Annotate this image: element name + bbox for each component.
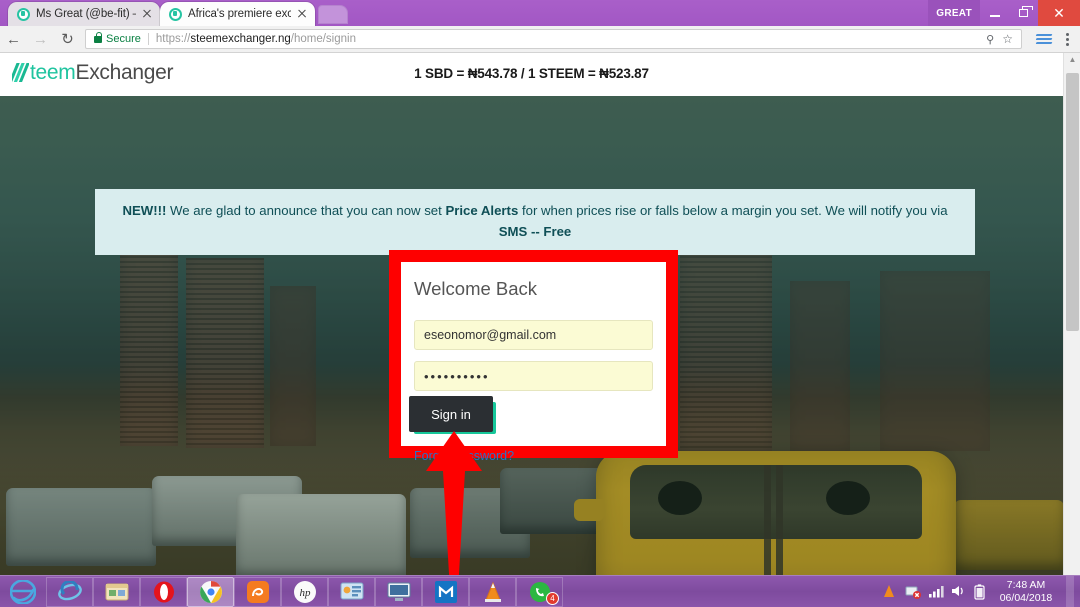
email-input[interactable] <box>414 320 653 350</box>
url-path: /home/signin <box>290 33 356 45</box>
address-bar[interactable]: Secure https://steemexchanger.ng/home/si… <box>85 29 1022 49</box>
announcement-lead: NEW!!! <box>122 203 167 218</box>
clock-date: 06/04/2018 <box>999 591 1053 604</box>
security-label: Secure <box>106 33 141 45</box>
chrome-menu-icon[interactable] <box>1058 29 1076 49</box>
show-desktop-button[interactable] <box>1066 575 1074 607</box>
screen: Ms Great (@be-fit) — St Africa's premier… <box>0 0 1080 607</box>
opera-icon <box>153 581 174 602</box>
close-button[interactable]: ✕ <box>1038 0 1080 26</box>
site-header: teemExchanger 1 SBD = ₦543.78 / 1 STEEM … <box>0 53 1063 96</box>
svg-text:hp: hp <box>299 587 311 599</box>
omnibox-divider <box>147 33 149 45</box>
monitor-icon <box>387 582 410 601</box>
control-panel-icon <box>340 582 363 599</box>
announcement-banner: NEW!!! We are glad to announce that you … <box>95 189 975 255</box>
reload-icon[interactable]: ↻ <box>54 26 81 53</box>
browser-tab-1-close-icon[interactable] <box>140 7 154 21</box>
browser-tab-strip: Ms Great (@be-fit) — St Africa's premier… <box>0 0 1080 26</box>
back-icon[interactable]: ← <box>0 26 27 53</box>
windows-taskbar: hp 4 7:48 AM 06/04/2018 <box>0 575 1080 607</box>
announcement-bold-1: Price Alerts <box>445 203 519 218</box>
maximize-button[interactable] <box>1009 0 1038 26</box>
taskbar-item-opera[interactable] <box>140 577 187 607</box>
browser-tab-1[interactable]: Ms Great (@be-fit) — St <box>8 2 160 26</box>
start-button[interactable] <box>0 576 46 607</box>
taskbar-item-hp[interactable]: hp <box>281 577 328 607</box>
hp-icon: hp <box>293 580 316 603</box>
vlc-icon <box>484 581 501 602</box>
bookmark-star-icon[interactable]: ☆ <box>1002 32 1013 46</box>
password-input[interactable] <box>414 361 653 391</box>
browser-tab-2-title: Africa's premiere exchan <box>188 8 291 20</box>
url-scheme: https:// <box>155 33 191 45</box>
taskbar-item-file-explorer[interactable] <box>93 577 140 607</box>
browser-toolbar: ← → ↻ Secure https://steemexchanger.ng/h… <box>0 26 1080 53</box>
omnibox-actions: ⚲ ☆ <box>986 32 1015 46</box>
signin-hover-tooltip: Sign in <box>409 396 493 432</box>
vlc-tray-icon[interactable] <box>882 584 898 600</box>
taskbar-item-internet-explorer[interactable] <box>46 577 93 607</box>
system-tray: 7:48 AM 06/04/2018 <box>882 575 1080 607</box>
scroll-up-arrow-icon[interactable]: ▲ <box>1064 55 1080 64</box>
maxthon-icon <box>434 580 457 603</box>
signin-button-wrap: Sign in Sign in <box>409 396 496 434</box>
forward-icon[interactable]: → <box>27 26 54 53</box>
uc-browser-icon <box>246 580 269 603</box>
login-title: Welcome Back <box>414 278 538 299</box>
announcement-text-1: We are glad to announce that you can now… <box>166 203 446 218</box>
price-ticker: 1 SBD = ₦543.78 / 1 STEEM = ₦523.87 <box>414 66 649 81</box>
login-card: Welcome Back Sign in Sign in Forgot pass… <box>401 262 666 463</box>
steemit-favicon <box>17 7 30 21</box>
password-key-icon[interactable]: ⚲ <box>986 33 994 46</box>
taskbar-item-whatsapp[interactable]: 4 <box>516 577 563 607</box>
new-tab-button[interactable] <box>318 5 348 24</box>
page-viewport: teemExchanger 1 SBD = ₦543.78 / 1 STEEM … <box>0 53 1080 575</box>
taskbar-item-vlc[interactable] <box>469 577 516 607</box>
taskbar-item-uc-browser[interactable] <box>234 577 281 607</box>
login-highlight-box: Welcome Back Sign in Sign in Forgot pass… <box>389 250 678 463</box>
announcement-bold-2: SMS -- <box>498 224 540 239</box>
taskbar-item-monitor[interactable] <box>375 577 422 607</box>
taskbar-item-control-panel[interactable] <box>328 577 375 607</box>
annotation-arrow-icon <box>426 431 482 575</box>
browser-tab-1-title: Ms Great (@be-fit) — St <box>36 8 136 20</box>
browser-tab-2[interactable]: Africa's premiere exchan <box>160 2 315 26</box>
battery-icon[interactable] <box>974 583 990 600</box>
taskbar-clock[interactable]: 7:48 AM 06/04/2018 <box>997 579 1057 605</box>
clock-time: 7:48 AM <box>1006 578 1046 591</box>
whatsapp-unread-badge: 4 <box>546 591 559 605</box>
browser-tab-2-close-icon[interactable] <box>295 7 309 21</box>
announcement-text-3: Free <box>539 224 572 239</box>
profile-label[interactable]: GREAT <box>928 0 980 26</box>
volume-icon[interactable] <box>951 584 967 600</box>
steemexchanger-favicon <box>169 7 182 21</box>
page-scrollbar[interactable]: ▲ <box>1063 53 1080 575</box>
lock-icon <box>94 31 102 43</box>
signal-bars-icon[interactable] <box>928 584 944 600</box>
url-host: steemexchanger.ng <box>190 33 291 45</box>
taskbar-item-maxthon[interactable] <box>422 577 469 607</box>
page-scrollbar-thumb[interactable] <box>1066 73 1079 331</box>
file-explorer-icon <box>105 583 128 600</box>
announcement-text-2: for when prices rise or falls below a ma… <box>518 203 948 218</box>
window-controls: GREAT ✕ <box>928 0 1080 26</box>
minimize-button[interactable] <box>980 0 1009 26</box>
network-disconnected-icon[interactable] <box>905 584 921 600</box>
taskbar-item-chrome[interactable] <box>187 576 234 607</box>
internet-explorer-icon <box>57 580 82 600</box>
steem-extension-icon[interactable] <box>1035 32 1053 46</box>
address-bar-url: https://steemexchanger.ng/home/signin <box>156 33 356 45</box>
chrome-icon <box>199 580 222 603</box>
